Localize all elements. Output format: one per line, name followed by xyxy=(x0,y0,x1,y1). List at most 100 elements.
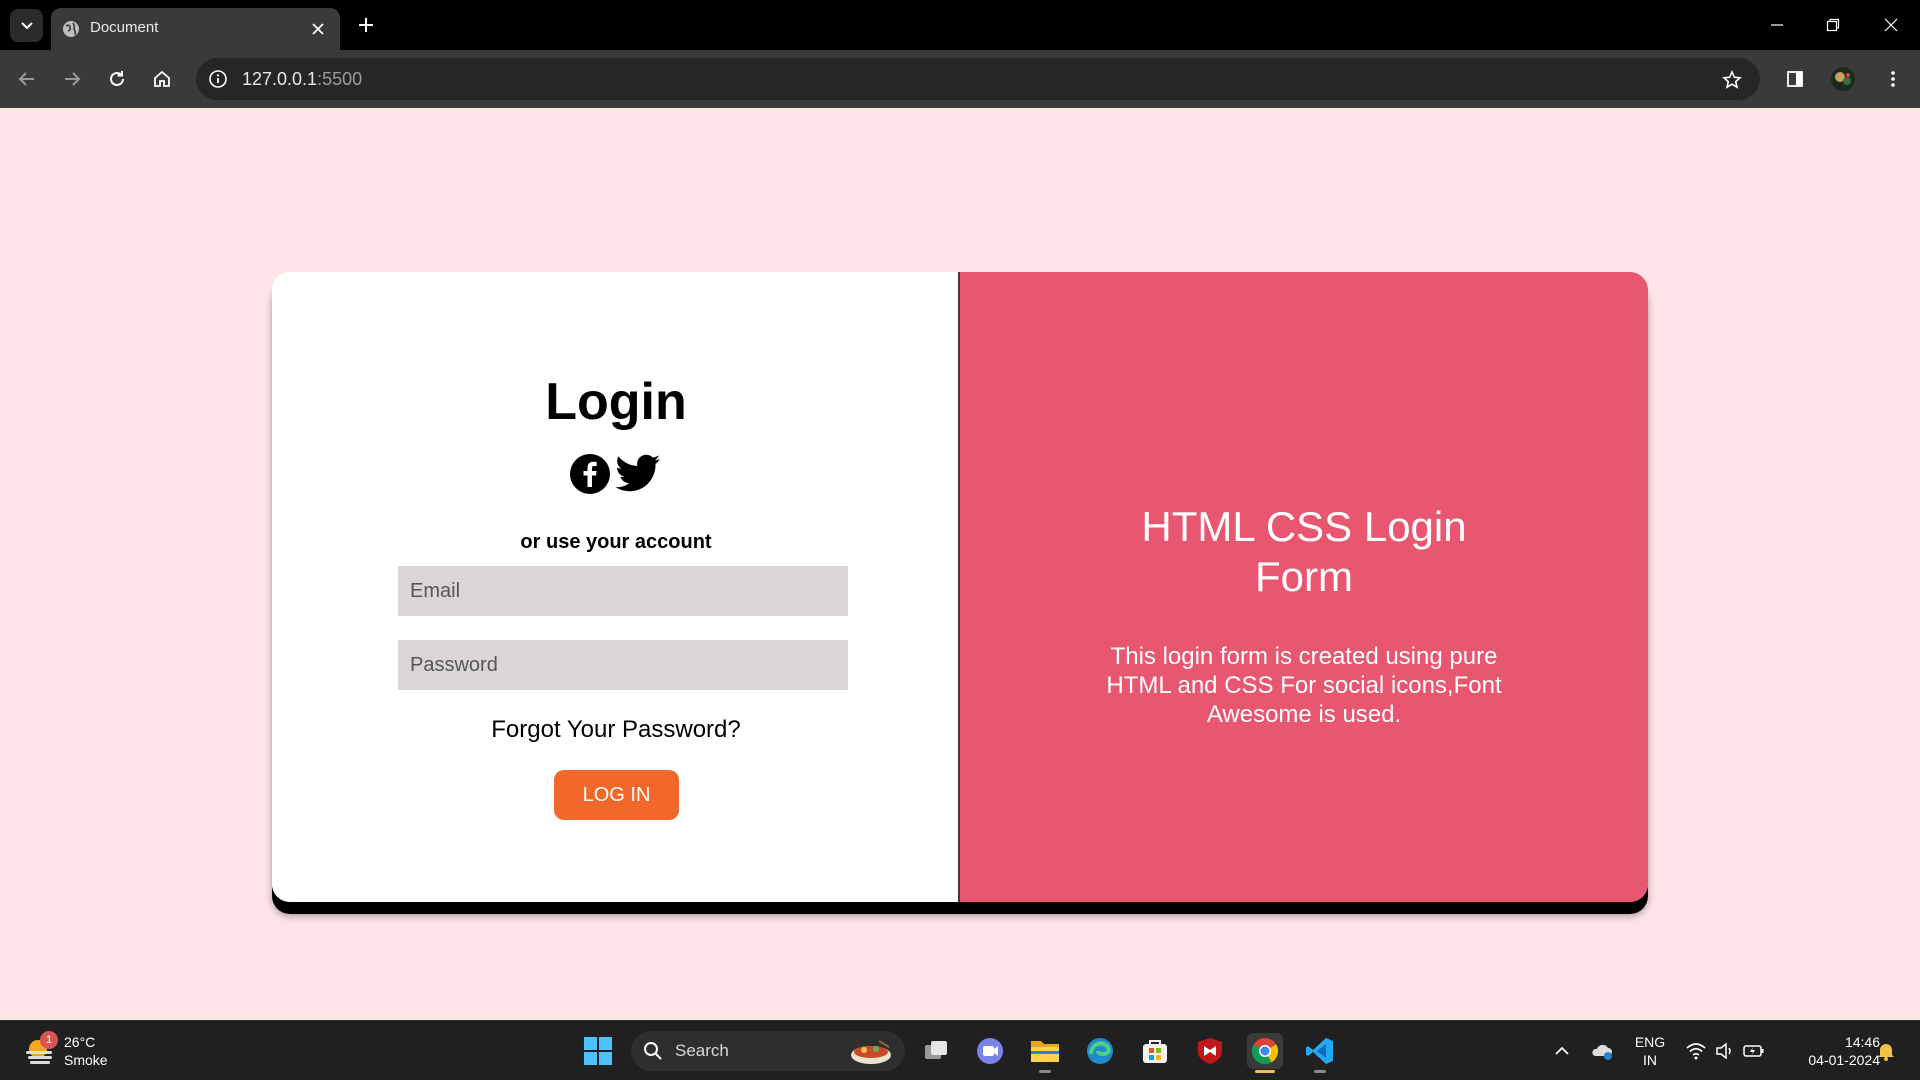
profile-button[interactable] xyxy=(1828,64,1858,94)
address-bar[interactable]: 127.0.0.1:5500 xyxy=(196,58,1760,100)
close-icon xyxy=(312,23,324,35)
taskbar: 1 26°C Smoke Search ENG IN 14:46 04-01-2… xyxy=(0,1020,1920,1080)
close-icon xyxy=(1884,18,1898,32)
login-panel: Login or use your account Forgot Your Pa… xyxy=(272,272,960,902)
minimize-button[interactable] xyxy=(1762,10,1792,40)
clock-date: 04-01-2024 xyxy=(1808,1052,1880,1068)
close-window-button[interactable] xyxy=(1876,10,1906,40)
search-label: Search xyxy=(675,1041,729,1060)
login-title: Login xyxy=(545,373,687,431)
forgot-password-link[interactable]: Forgot Your Password? xyxy=(272,716,960,744)
battery-charging-icon xyxy=(1743,1045,1764,1057)
more-vertical-icon xyxy=(1891,71,1895,87)
language-region: IN xyxy=(1643,1052,1657,1068)
url-host: 127.0.0.1 xyxy=(242,69,318,89)
task-view-icon xyxy=(925,1041,947,1059)
globe-icon xyxy=(63,21,79,37)
bell-icon xyxy=(1878,1044,1894,1061)
taskbar-search[interactable]: Search xyxy=(631,1031,905,1071)
edge-browser-icon xyxy=(1087,1038,1113,1064)
menu-button[interactable] xyxy=(1878,64,1908,94)
back-button[interactable] xyxy=(12,64,42,94)
forward-button[interactable] xyxy=(57,64,87,94)
wifi-button[interactable] xyxy=(1682,1037,1710,1065)
windows-logo-icon xyxy=(584,1037,612,1065)
new-tab-button[interactable] xyxy=(355,14,377,36)
mcafee-shield-icon xyxy=(1198,1038,1222,1064)
language-code: ENG xyxy=(1634,1034,1666,1050)
speaker-icon xyxy=(1716,1042,1731,1060)
bookmark-button[interactable] xyxy=(1720,68,1744,92)
page-viewport: Login or use your account Forgot Your Pa… xyxy=(0,108,1920,1020)
running-indicator xyxy=(1039,1070,1051,1073)
weather-notification-badge: 1 xyxy=(40,1031,58,1049)
vscode-button[interactable] xyxy=(1302,1033,1338,1073)
clock-time: 14:46 xyxy=(1844,1034,1880,1050)
browser-tab[interactable]: Document xyxy=(51,8,340,50)
show-hidden-icons-button[interactable] xyxy=(1548,1037,1576,1065)
store-icon xyxy=(1143,1040,1167,1063)
browser-tab-bar: Document xyxy=(0,0,1920,50)
overlay-description: This login form is created using pure HT… xyxy=(1106,643,1502,728)
search-highlight-icon xyxy=(851,1040,891,1064)
language-indicator[interactable]: ENG IN xyxy=(1630,1033,1670,1069)
store-button[interactable] xyxy=(1137,1033,1173,1069)
overlay-title: HTML CSS Login Form xyxy=(1141,503,1467,600)
login-button[interactable]: LOG IN xyxy=(554,770,679,820)
video-chat-icon xyxy=(977,1038,1003,1064)
email-field[interactable] xyxy=(398,566,848,616)
avatar xyxy=(1831,67,1855,91)
minimize-icon xyxy=(1771,24,1783,26)
reload-button[interactable] xyxy=(102,64,132,94)
notifications-button[interactable] xyxy=(1872,1037,1900,1065)
volume-button[interactable] xyxy=(1711,1037,1739,1065)
password-field[interactable] xyxy=(398,640,848,690)
reload-icon xyxy=(110,71,124,86)
url-port: :5500 xyxy=(317,69,363,89)
start-button[interactable] xyxy=(580,1033,616,1069)
restore-icon xyxy=(1826,18,1840,32)
plus-icon xyxy=(359,18,373,32)
home-icon xyxy=(154,70,170,87)
wifi-icon xyxy=(1686,1043,1706,1060)
mcafee-button[interactable] xyxy=(1192,1033,1228,1069)
site-info-button[interactable] xyxy=(206,67,230,91)
weather-temperature: 26°C xyxy=(64,1034,96,1050)
vscode-icon xyxy=(1306,1038,1333,1064)
onedrive-button[interactable] xyxy=(1588,1037,1616,1065)
search-icon xyxy=(644,1042,662,1060)
side-panel-button[interactable] xyxy=(1780,64,1810,94)
chevron-down-icon xyxy=(20,21,33,29)
arrow-left-icon xyxy=(18,72,34,86)
twitter-icon[interactable] xyxy=(615,454,661,494)
tab-search-button[interactable] xyxy=(10,9,43,42)
edge-button[interactable] xyxy=(1082,1033,1118,1069)
tab-close-button[interactable] xyxy=(308,19,328,39)
weather-widget[interactable]: 1 26°C Smoke xyxy=(20,1031,140,1071)
chrome-button[interactable] xyxy=(1247,1033,1283,1073)
home-button[interactable] xyxy=(147,64,177,94)
side-panel-icon xyxy=(1787,71,1803,87)
chrome-icon xyxy=(1251,1038,1279,1065)
facebook-icon[interactable] xyxy=(569,453,611,495)
active-app-indicator xyxy=(1255,1070,1275,1073)
overlay-panel: HTML CSS Login Form This login form is c… xyxy=(960,272,1648,902)
battery-button[interactable] xyxy=(1740,1037,1768,1065)
tab-title: Document xyxy=(90,19,159,36)
browser-toolbar: 127.0.0.1:5500 xyxy=(0,50,1920,108)
file-explorer-button[interactable] xyxy=(1027,1033,1063,1073)
task-view-button[interactable] xyxy=(918,1033,954,1069)
login-card: Login or use your account Forgot Your Pa… xyxy=(272,272,1648,902)
weather-condition: Smoke xyxy=(64,1052,108,1068)
info-icon xyxy=(209,70,227,88)
running-indicator xyxy=(1314,1070,1326,1073)
or-use-account-text: or use your account xyxy=(520,531,712,553)
restore-button[interactable] xyxy=(1818,10,1848,40)
chevron-up-icon xyxy=(1555,1046,1569,1055)
system-clock[interactable]: 14:46 04-01-2024 xyxy=(1784,1033,1880,1069)
url-text: 127.0.0.1:5500 xyxy=(242,68,362,90)
arrow-right-icon xyxy=(65,72,81,86)
folder-icon xyxy=(1031,1041,1059,1062)
teams-chat-button[interactable] xyxy=(972,1033,1008,1069)
star-icon xyxy=(1722,70,1742,89)
